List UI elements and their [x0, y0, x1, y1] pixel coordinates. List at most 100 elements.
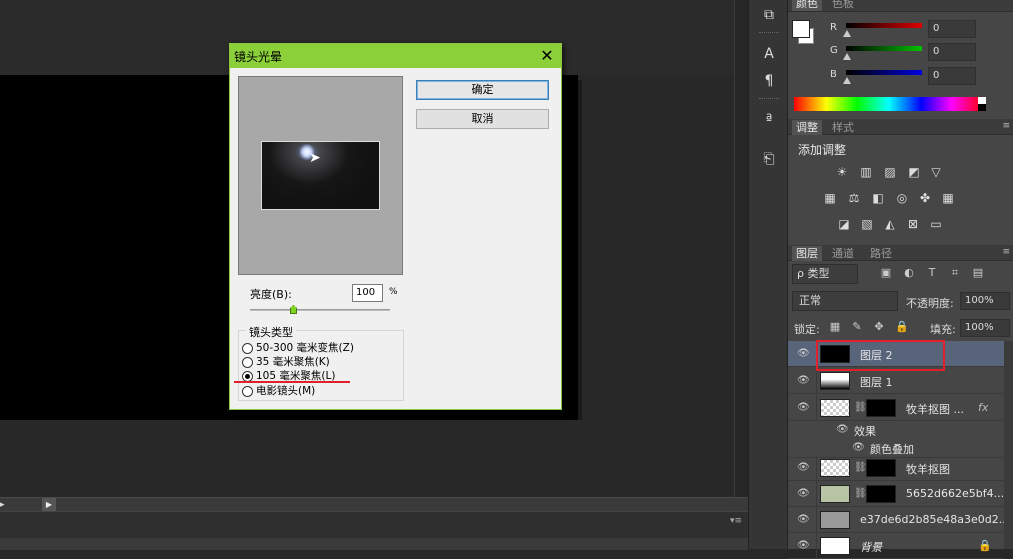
brightness-slider-thumb[interactable]: [290, 305, 297, 314]
brightness-contrast-icon[interactable]: ☀: [835, 166, 849, 178]
photo-filter-icon[interactable]: ◎: [895, 192, 909, 204]
blue-slider[interactable]: [846, 70, 922, 75]
smart-object-filter-icon[interactable]: ▤: [972, 267, 984, 279]
close-icon[interactable]: ✕: [536, 46, 558, 66]
blue-channel-label: B: [830, 69, 837, 80]
zoom-indicator[interactable]: ▸: [0, 498, 10, 512]
tab-color[interactable]: 颜色: [792, 0, 822, 11]
green-slider-thumb[interactable]: [843, 53, 851, 60]
glyph-icon[interactable]: ª: [760, 111, 778, 129]
brightness-input[interactable]: 100: [352, 284, 383, 302]
radio-button[interactable]: [242, 356, 253, 368]
type-filter-icon[interactable]: T: [926, 267, 938, 279]
red-slider-thumb[interactable]: [843, 30, 851, 37]
panel-menu-icon[interactable]: ≡: [1002, 121, 1010, 131]
status-menu-arrow-icon[interactable]: ▶: [42, 498, 56, 512]
lock-transparent-icon[interactable]: ▦: [829, 321, 841, 333]
lens-option-105[interactable]: 105 毫米聚焦(L): [242, 368, 335, 382]
blue-slider-thumb[interactable]: [843, 77, 851, 84]
3d-icon[interactable]: ⧉: [760, 6, 778, 24]
vibrance-icon[interactable]: ▽: [929, 166, 943, 178]
invert-icon[interactable]: ◪: [837, 218, 851, 230]
layer-name: e37de6d2b85e48a3e0d2...: [860, 513, 1010, 526]
shape-filter-icon[interactable]: ⌗: [949, 267, 961, 279]
flare-preview-image[interactable]: ➤: [261, 141, 380, 210]
adjustment-filter-icon[interactable]: ◐: [903, 267, 915, 279]
layer-mask-thumbnail: [866, 485, 896, 503]
radio-button-selected[interactable]: [242, 370, 253, 382]
red-slider[interactable]: [846, 23, 922, 28]
eye-icon[interactable]: 👁: [797, 463, 810, 473]
tab-adjustments[interactable]: 调整: [792, 120, 822, 135]
lock-label: 锁定:: [794, 323, 820, 336]
eye-icon[interactable]: 👁: [797, 541, 810, 551]
curves-icon[interactable]: ▨: [883, 166, 897, 178]
lock-image-icon[interactable]: ✎: [851, 321, 863, 333]
opacity-input[interactable]: 100%: [960, 292, 1010, 310]
selective-color-icon[interactable]: ⊠: [906, 218, 920, 230]
effects-row[interactable]: 👁 效果: [788, 422, 1004, 440]
layer-row[interactable]: 👁 ⛓ 牧羊抠图: [788, 455, 1004, 481]
dialog-title-bar[interactable]: 镜头光晕 ✕: [230, 44, 561, 68]
eye-icon[interactable]: 👁: [836, 425, 849, 435]
green-value-input[interactable]: 0: [928, 43, 976, 61]
channel-mixer-icon[interactable]: ✤: [918, 192, 932, 204]
character-icon[interactable]: A: [760, 45, 778, 63]
lens-option-35[interactable]: 35 毫米聚焦(K): [242, 354, 330, 368]
effects-label: 效果: [854, 425, 876, 438]
brightness-slider-track[interactable]: [250, 309, 390, 311]
lens-option-50-300[interactable]: 50-300 毫米变焦(Z): [242, 340, 354, 354]
eye-icon[interactable]: 👁: [797, 349, 810, 359]
blend-mode-select[interactable]: 正常: [792, 291, 898, 311]
panel-menu-icon[interactable]: ≡: [1002, 247, 1010, 257]
lock-position-icon[interactable]: ✥: [873, 321, 885, 333]
lock-all-icon[interactable]: 🔒: [895, 321, 909, 333]
color-lookup-icon[interactable]: ▦: [941, 192, 955, 204]
panel-menu-icon[interactable]: ▾≡: [730, 516, 742, 526]
tab-paths[interactable]: 路径: [866, 246, 896, 261]
foreground-color-swatch[interactable]: [792, 20, 810, 38]
black-white-icon[interactable]: ◧: [871, 192, 885, 204]
radio-button[interactable]: [242, 342, 253, 354]
layer-filter-select[interactable]: ρ 类型: [792, 264, 858, 284]
exposure-icon[interactable]: ◩: [907, 166, 921, 178]
tab-swatches[interactable]: 色板: [828, 0, 858, 11]
layer-row[interactable]: 👁 背景 🔒: [788, 533, 1004, 559]
cancel-button[interactable]: 取消: [416, 109, 549, 129]
link-icon: ⛓: [854, 462, 867, 473]
black-white-swatch[interactable]: [978, 97, 986, 111]
layers-scrollbar[interactable]: [1004, 341, 1013, 549]
blue-value-input[interactable]: 0: [928, 67, 976, 85]
lens-option-movie[interactable]: 电影镜头(M): [242, 383, 315, 397]
color-spectrum[interactable]: [794, 97, 984, 111]
hue-saturation-icon[interactable]: ▦: [823, 192, 837, 204]
tab-layers[interactable]: 图层: [792, 246, 822, 261]
layer-row[interactable]: 👁 ⛓ 5652d662e5bf4...: [788, 481, 1004, 507]
eye-icon[interactable]: 👁: [797, 515, 810, 525]
layer-row[interactable]: 👁 e37de6d2b85e48a3e0d2...: [788, 507, 1009, 533]
eye-icon[interactable]: 👁: [797, 376, 810, 386]
eye-icon[interactable]: 👁: [797, 403, 810, 413]
posterize-icon[interactable]: ▧: [860, 218, 874, 230]
history-icon[interactable]: ⎗: [760, 150, 778, 168]
workspace-vertical-scrollbar[interactable]: [734, 0, 748, 497]
fill-input[interactable]: 100%: [960, 319, 1010, 337]
paragraph-icon[interactable]: ¶: [760, 72, 778, 90]
green-slider[interactable]: [846, 46, 922, 51]
red-value-input[interactable]: 0: [928, 20, 976, 38]
levels-icon[interactable]: ▥: [859, 166, 873, 178]
eye-icon[interactable]: 👁: [797, 489, 810, 499]
layer-row[interactable]: 👁 ⛓ 牧羊抠图 ... fx: [788, 395, 1004, 421]
threshold-icon[interactable]: ◭: [883, 218, 897, 230]
eye-icon[interactable]: 👁: [852, 443, 865, 453]
pixel-filter-icon[interactable]: ▣: [880, 267, 892, 279]
fx-icon[interactable]: fx: [978, 401, 988, 414]
layer-row[interactable]: 👁 图层 1: [788, 368, 1004, 394]
ok-button[interactable]: 确定: [416, 80, 549, 100]
tab-styles[interactable]: 样式: [828, 120, 858, 135]
lens-option-label: 35 毫米聚焦(K): [256, 356, 330, 368]
gradient-map-icon[interactable]: ▭: [929, 218, 943, 230]
color-balance-icon[interactable]: ⚖: [847, 192, 861, 204]
tab-channels[interactable]: 通道: [828, 246, 858, 261]
radio-button[interactable]: [242, 385, 253, 397]
